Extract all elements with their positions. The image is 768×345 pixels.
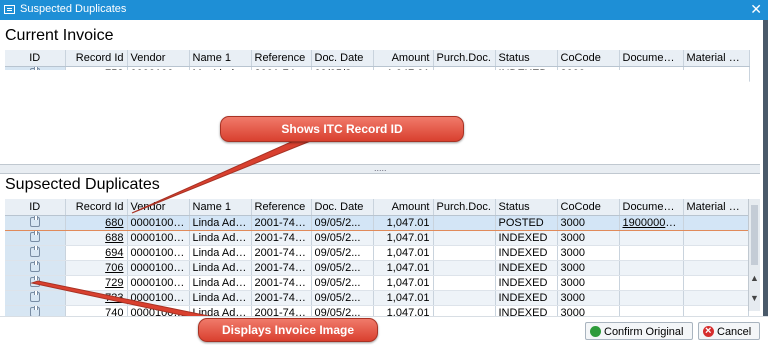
cancel-label: Cancel xyxy=(717,326,752,338)
callout-invoice-image: Displays Invoice Image xyxy=(198,318,378,342)
cancel-button[interactable]: Cancel xyxy=(698,322,760,340)
confirm-original-button[interactable]: Confirm Original xyxy=(585,322,693,340)
cancel-x-icon xyxy=(703,322,714,340)
callout-record-id: Shows ITC Record ID xyxy=(220,116,464,142)
record-id-pointer xyxy=(131,137,319,214)
confirm-original-label: Confirm Original xyxy=(604,326,684,338)
callout-pointers xyxy=(30,137,319,327)
confirm-check-icon xyxy=(590,326,601,337)
